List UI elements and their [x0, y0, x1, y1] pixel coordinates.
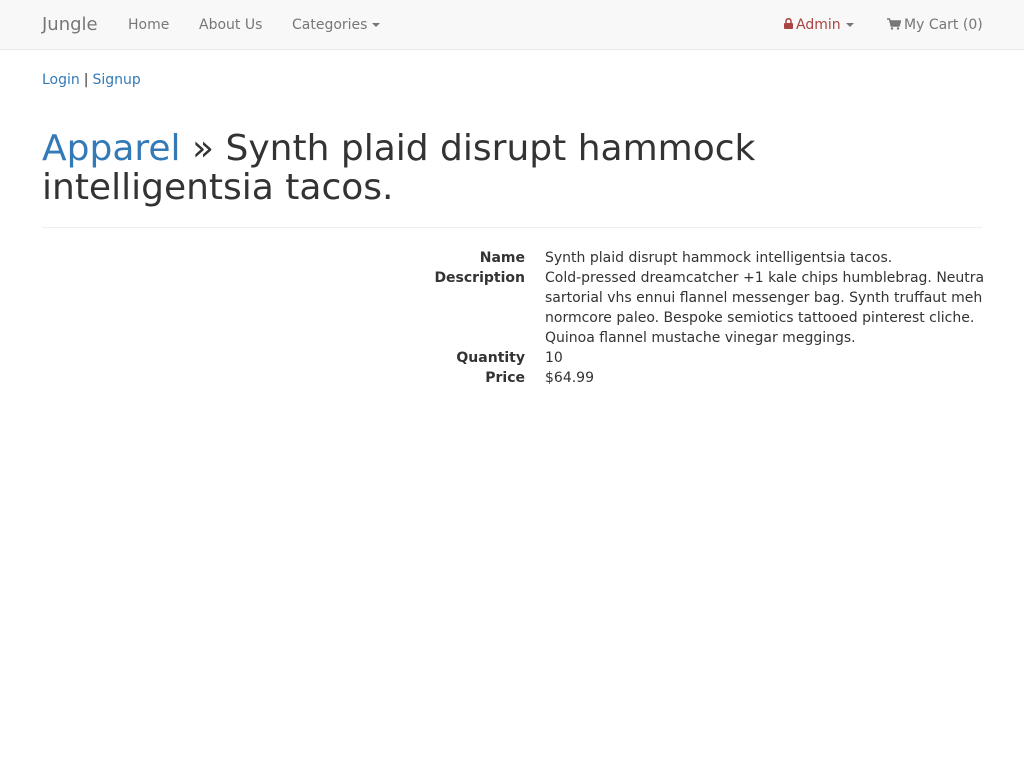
description-value: Cold-pressed dreamcatcher +1 kale chips … — [545, 270, 985, 346]
nav-home[interactable]: Home — [128, 0, 169, 50]
description-label: Description — [434, 270, 525, 286]
brand-link[interactable]: Jungle — [42, 0, 98, 50]
top-navbar: Jungle Home About Us Categories Admin My… — [0, 0, 1024, 50]
name-label: Name — [479, 250, 525, 266]
login-link[interactable]: Login — [42, 72, 80, 88]
cart-link[interactable]: My Cart (0) — [887, 0, 983, 50]
chevron-down-icon — [372, 23, 381, 27]
auth-separator: | — [83, 72, 89, 88]
price-label: Price — [485, 370, 525, 386]
category-breadcrumb-link[interactable]: Apparel — [42, 128, 181, 169]
price-value: $64.99 — [545, 370, 594, 386]
title-divider — [42, 227, 982, 228]
page-title: Apparel » Synth plaid disrupt hammock in… — [42, 129, 922, 207]
admin-dropdown[interactable]: Admin — [784, 0, 854, 50]
nav-categories-label: Categories — [292, 17, 368, 33]
name-value: Synth plaid disrupt hammock intelligents… — [545, 250, 893, 266]
cart-label: My Cart (0) — [904, 17, 983, 33]
shopping-cart-icon — [887, 17, 901, 30]
quantity-label: Quantity — [456, 350, 525, 366]
title-separator: » — [192, 128, 215, 169]
chevron-down-icon — [845, 23, 854, 27]
signup-link[interactable]: Signup — [93, 72, 141, 88]
auth-links: Login | Signup — [42, 71, 141, 89]
quantity-value: 10 — [545, 350, 563, 366]
nav-categories-dropdown[interactable]: Categories — [292, 0, 381, 50]
nav-about-us[interactable]: About Us — [199, 0, 262, 50]
lock-icon — [784, 18, 793, 29]
admin-label: Admin — [796, 17, 841, 33]
